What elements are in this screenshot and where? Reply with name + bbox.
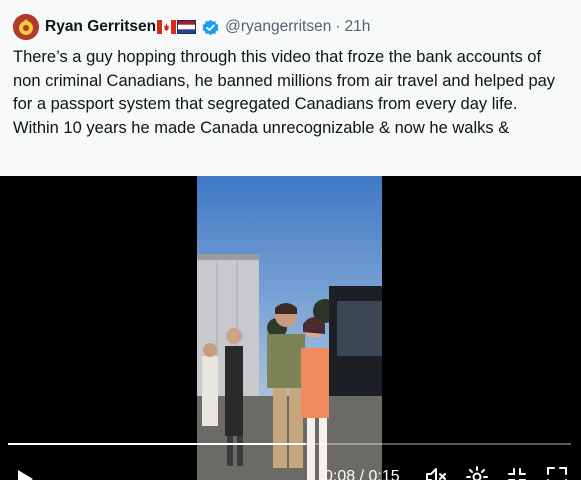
canada-flag-icon	[157, 20, 177, 34]
video-progress-bar[interactable]	[8, 443, 571, 445]
fullscreen-icon[interactable]	[545, 465, 569, 480]
fullscreen-exit-icon[interactable]	[505, 465, 529, 480]
video-time-separator: /	[359, 468, 365, 480]
video-time-readout: 0:08 / 0:15	[324, 468, 400, 480]
volume-icon[interactable]	[424, 465, 448, 480]
tweet-text-paragraph-2: Within 10 years he made Canada unrecogni…	[13, 118, 510, 137]
author-handle[interactable]: @ryangerritsen	[225, 18, 331, 36]
video-controls: 0:08 / 0:15	[0, 462, 581, 480]
avatar[interactable]	[13, 14, 39, 40]
video-progress-fill	[8, 443, 307, 445]
video-player[interactable]: 0:08 / 0:15	[0, 176, 581, 480]
netherlands-flag-icon	[177, 20, 197, 34]
tweet-card[interactable]: Ryan Gerritsen @ryangerritsen · 21h Ther…	[0, 0, 581, 480]
verified-badge-icon[interactable]	[201, 18, 220, 37]
author-name[interactable]: Ryan Gerritsen	[45, 18, 156, 36]
avatar-image-icon	[13, 14, 39, 40]
tweet-header: Ryan Gerritsen @ryangerritsen · 21h	[13, 13, 370, 41]
separator-dot: ·	[335, 18, 341, 35]
tweet-timestamp[interactable]: 21h	[345, 18, 371, 36]
video-frame	[197, 176, 382, 480]
video-duration: 0:15	[368, 468, 400, 480]
tweet-text: There’s a guy hopping through this video…	[13, 46, 573, 140]
settings-icon[interactable]	[465, 465, 489, 480]
video-current-time: 0:08	[324, 468, 356, 480]
tweet-text-paragraph-1: There’s a guy hopping through this video…	[13, 48, 556, 113]
play-icon[interactable]	[16, 469, 34, 480]
